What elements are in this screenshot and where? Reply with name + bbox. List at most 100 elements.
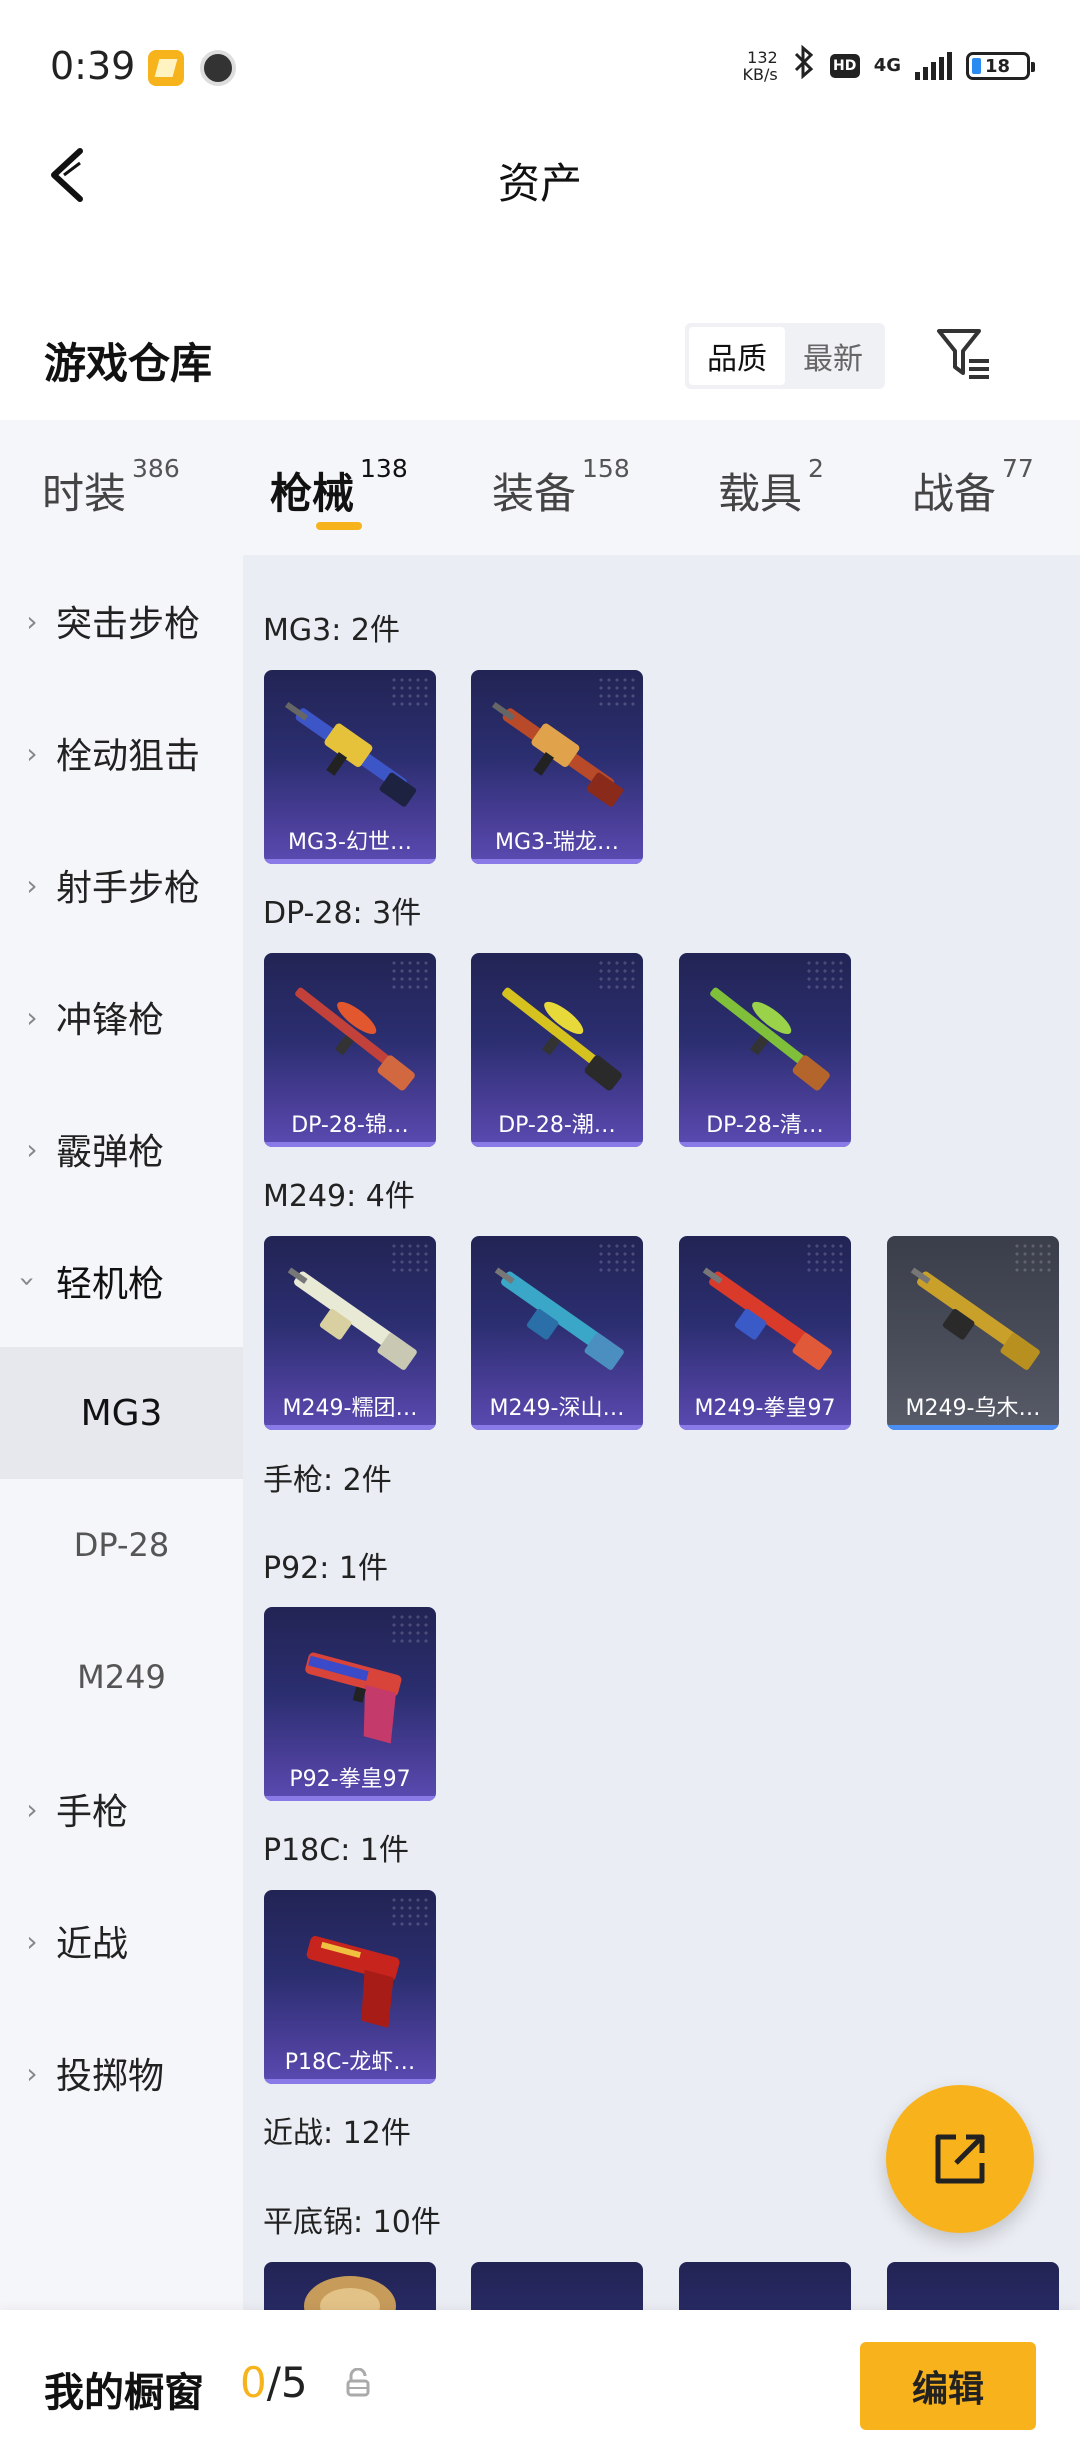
item-card[interactable]: M249-拳皇97	[679, 1236, 851, 1430]
clock-app-icon	[200, 50, 236, 86]
sidebar-subitem-dp28[interactable]: DP-28	[0, 1479, 243, 1611]
lmg-icon	[284, 701, 417, 807]
pan-icon	[304, 2276, 396, 2310]
showcase-count: 0/5	[240, 2358, 308, 2407]
item-name: M249-深山…	[489, 1396, 625, 1421]
sidebar-item-label: 近战	[56, 1924, 129, 1965]
signal-icon	[915, 52, 952, 80]
group-label-melee: 近战: 12件	[263, 2116, 411, 2151]
tab-supplies[interactable]: 战备77	[912, 454, 1034, 521]
group-label-p92: P92: 1件	[263, 1551, 388, 1586]
tab-count: 158	[582, 454, 630, 483]
chevron-right-icon: ›	[26, 1132, 38, 1166]
item-card[interactable]	[471, 2262, 643, 2310]
sidebar-item-label: 手枪	[56, 1792, 129, 1833]
showcase-current: 0	[240, 2358, 267, 2407]
tab-equipment[interactable]: 装备158	[492, 454, 630, 521]
sidebar-item-throwables[interactable]: › 投掷物	[0, 2007, 243, 2139]
net-speed: 132 KB/s	[742, 49, 777, 83]
sidebar-subitem-mg3[interactable]: MG3	[0, 1347, 243, 1479]
sidebar-item-pistol[interactable]: › 手枪	[0, 1743, 243, 1875]
item-card[interactable]: M249-乌木…	[887, 1236, 1059, 1430]
sidebar-item-label: 霰弹枪	[56, 1132, 165, 1173]
group-label-dp28: DP-28: 3件	[263, 896, 422, 931]
item-card[interactable]: P92-拳皇97	[264, 1607, 436, 1801]
notes-app-icon	[148, 50, 184, 86]
item-card[interactable]: DP-28-锦…	[264, 953, 436, 1147]
item-card[interactable]	[264, 2262, 436, 2310]
bluetooth-icon	[792, 44, 816, 88]
sidebar-item-smg[interactable]: › 冲锋枪	[0, 951, 243, 1083]
item-card[interactable]: DP-28-潮…	[471, 953, 643, 1147]
battery-icon: 18	[966, 52, 1035, 80]
chevron-right-icon: ›	[26, 868, 38, 902]
tab-count: 138	[360, 454, 408, 483]
chevron-right-icon: ›	[26, 736, 38, 770]
sidebar-item-label: 栓动狙击	[56, 736, 201, 777]
category-tabs: 时装386 枪械138 装备158 载具2 战备77	[0, 420, 1080, 555]
item-name: DP-28-清…	[706, 1113, 824, 1138]
sidebar: › 突击步枪 › 栓动狙击 › 射手步枪 › 冲锋枪 › 霰弹枪 › 轻机枪 MG3 DP-…	[0, 555, 243, 2310]
sidebar-item-label: 射手步枪	[56, 868, 201, 909]
tab-label: 战备	[912, 469, 997, 518]
hd-icon: HD	[829, 54, 860, 78]
item-name: M249-拳皇97	[694, 1396, 836, 1421]
chevron-right-icon: ›	[26, 604, 38, 638]
share-external-icon	[935, 2134, 985, 2184]
sidebar-item-shotgun[interactable]: › 霰弹枪	[0, 1083, 243, 1215]
item-card[interactable]: P18C-龙虾…	[264, 1890, 436, 2084]
tab-vehicles[interactable]: 载具2	[718, 454, 824, 521]
tab-fashion[interactable]: 时装386	[42, 454, 180, 521]
tab-count: 2	[808, 454, 824, 483]
item-card[interactable]: MG3-瑞龙…	[471, 670, 643, 864]
item-name: MG3-瑞龙…	[495, 830, 619, 855]
chevron-right-icon: ›	[26, 1000, 38, 1034]
tab-label: 时装	[42, 469, 127, 518]
battery-level: 18	[985, 55, 1011, 77]
filter-icon[interactable]	[935, 325, 993, 383]
network-type: 4G	[873, 55, 901, 76]
pistol-icon	[306, 1936, 400, 2028]
sidebar-item-assault-rifle[interactable]: › 突击步枪	[0, 555, 243, 687]
item-card[interactable]: MG3-幻世…	[264, 670, 436, 864]
status-bar: 0:39 132 KB/s HD 4G 18	[0, 0, 1080, 130]
section-title: 游戏仓库	[44, 339, 213, 388]
lmg-icon	[494, 1267, 624, 1370]
group-label-m249: M249: 4件	[263, 1179, 415, 1214]
item-card[interactable]: M249-深山…	[471, 1236, 643, 1430]
tab-count: 77	[1002, 454, 1034, 483]
item-card[interactable]: M249-糯团…	[264, 1236, 436, 1430]
sidebar-item-bolt-sniper[interactable]: › 栓动狙击	[0, 687, 243, 819]
lmg-icon	[287, 1267, 417, 1370]
group-label-pan: 平底锅: 10件	[263, 2205, 441, 2240]
item-card[interactable]	[679, 2262, 851, 2310]
group-label-p18c: P18C: 1件	[263, 1833, 409, 1868]
screen: 0:39 132 KB/s HD 4G 18 资产 游戏仓库 品质 最新 时装3…	[0, 0, 1080, 2460]
lmg-icon	[910, 1267, 1040, 1370]
sidebar-item-lmg[interactable]: › 轻机枪	[0, 1215, 243, 1347]
edit-button[interactable]: 编辑	[860, 2342, 1036, 2430]
share-external-button[interactable]	[886, 2085, 1034, 2233]
tab-guns[interactable]: 枪械138	[270, 454, 408, 521]
chevron-down-icon: ›	[11, 1275, 45, 1287]
sidebar-item-marksman-rifle[interactable]: › 射手步枪	[0, 819, 243, 951]
tab-label: 载具	[718, 469, 803, 518]
sidebar-subitem-m249[interactable]: M249	[0, 1611, 243, 1743]
active-tab-indicator	[316, 522, 362, 530]
item-card[interactable]	[887, 2262, 1059, 2310]
lmg-icon	[502, 987, 622, 1091]
bottom-bar: 我的橱窗 0/5 编辑	[0, 2310, 1080, 2460]
showcase-total: /5	[266, 2358, 308, 2407]
chevron-right-icon: ›	[26, 2056, 38, 2090]
item-name: DP-28-锦…	[291, 1113, 409, 1138]
group-label-mg3: MG3: 2件	[263, 613, 400, 648]
sort-quality-button[interactable]: 品质	[689, 327, 785, 385]
item-grid: MG3: 2件 MG3-幻世… MG3-瑞龙… DP-28: 3件 DP-28-…	[243, 555, 1080, 2310]
sort-newest-button[interactable]: 最新	[785, 327, 881, 385]
lmg-icon	[295, 987, 415, 1091]
sidebar-item-melee[interactable]: › 近战	[0, 1875, 243, 2007]
item-card[interactable]: DP-28-清…	[679, 953, 851, 1147]
sidebar-item-label: 投掷物	[56, 2056, 165, 2097]
sidebar-item-label: 轻机枪	[56, 1264, 165, 1305]
lock-icon	[345, 2367, 371, 2398]
